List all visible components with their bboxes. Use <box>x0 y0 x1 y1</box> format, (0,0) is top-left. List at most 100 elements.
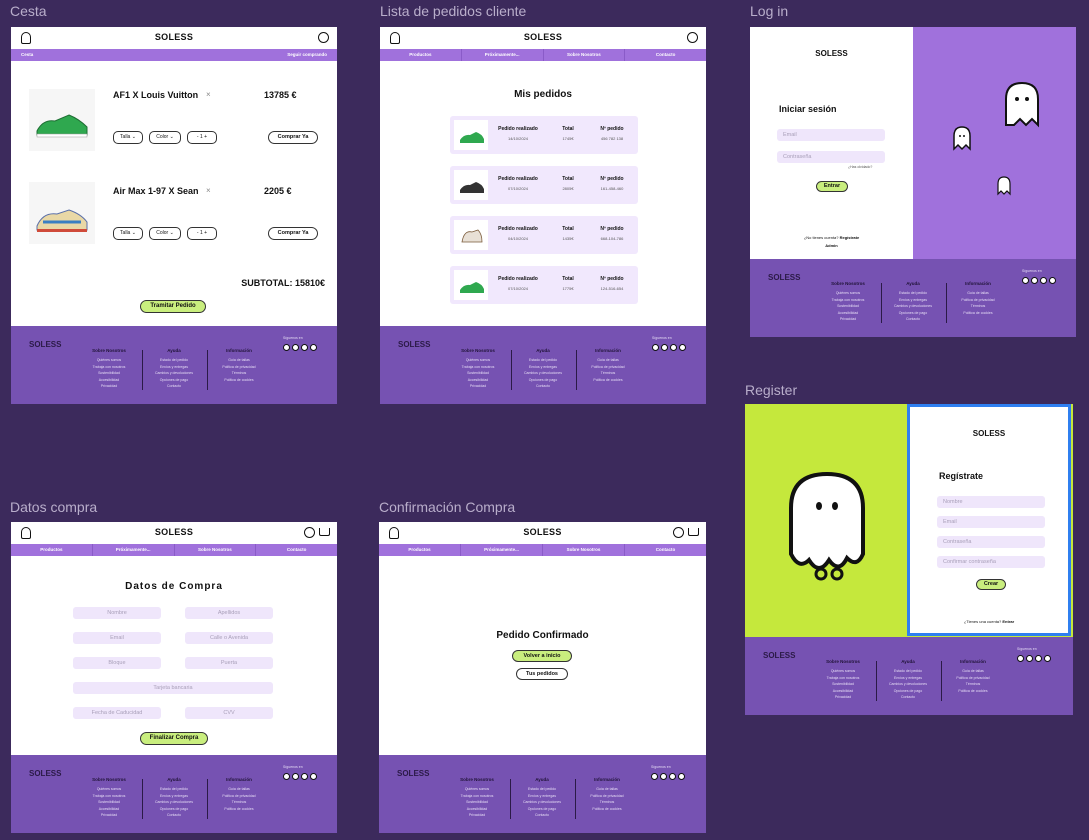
name-field[interactable]: Nombre <box>937 496 1045 508</box>
nav-contacto[interactable]: Contacto <box>625 49 706 61</box>
footer-link[interactable]: Privacidad <box>448 383 508 390</box>
ghost-logo-icon[interactable] <box>389 527 399 539</box>
talla-select[interactable]: Talla ⌄ <box>113 227 143 240</box>
quantity-stepper[interactable]: - 1 + <box>187 227 217 240</box>
expiry-field[interactable]: Fecha de Caducidad <box>73 707 161 719</box>
nav-sobre-nosotros[interactable]: Sobre Nosotros <box>543 544 625 556</box>
email-field[interactable]: Email <box>73 632 161 644</box>
instagram-icon[interactable] <box>652 344 659 351</box>
finish-purchase-button[interactable]: Finalizar Compra <box>140 732 208 745</box>
footer-link[interactable]: Privacidad <box>813 694 873 701</box>
instagram-icon[interactable] <box>283 344 290 351</box>
footer-link[interactable]: Política de cookies <box>943 688 1003 695</box>
order-row[interactable]: Pedido realizado 04/10/2024 Total 1435€ Nº… <box>450 216 638 254</box>
your-orders-button[interactable]: Tus pedidos <box>516 668 568 680</box>
footer-link[interactable]: Contacto <box>144 383 204 390</box>
footer-link[interactable]: Privacidad <box>79 383 139 390</box>
youtube-icon[interactable] <box>310 344 317 351</box>
first-name-field[interactable]: Nombre <box>73 607 161 619</box>
order-row[interactable]: Pedido realizado 07/10/2024 Total 2805€ Nº… <box>450 166 638 204</box>
footer-link[interactable]: Contacto <box>513 383 573 390</box>
instagram-icon[interactable] <box>651 773 658 780</box>
youtube-icon[interactable] <box>678 773 685 780</box>
door-field[interactable]: Puerta <box>185 657 273 669</box>
footer-link[interactable]: Contacto <box>878 694 938 701</box>
cvv-field[interactable]: CVV <box>185 707 273 719</box>
youtube-icon[interactable] <box>310 773 317 780</box>
footer-link[interactable]: Contacto <box>883 316 943 323</box>
nav-proximamente[interactable]: Próximamente... <box>461 544 543 556</box>
youtube-icon[interactable] <box>1049 277 1056 284</box>
password-field[interactable]: Contraseña <box>937 536 1045 548</box>
footer-link[interactable]: Privacidad <box>818 316 878 323</box>
password-field[interactable]: Contraseña <box>777 151 885 163</box>
color-select[interactable]: Color ⌄ <box>149 131 181 144</box>
order-row[interactable]: Pedido realizado 07/10/2024 Total 1775€ Nº… <box>450 266 638 304</box>
footer-link[interactable]: Contacto <box>512 812 572 819</box>
user-icon[interactable] <box>304 527 315 538</box>
last-name-field[interactable]: Apellidos <box>185 607 273 619</box>
footer-link[interactable]: Política de cookies <box>577 806 637 813</box>
x-icon[interactable] <box>669 773 676 780</box>
instagram-icon[interactable] <box>283 773 290 780</box>
x-icon[interactable] <box>301 344 308 351</box>
footer-link[interactable]: Política de cookies <box>209 806 269 813</box>
brand-logo[interactable]: SOLESS <box>523 527 561 537</box>
nav-productos[interactable]: Productos <box>11 544 93 556</box>
block-field[interactable]: Bloque <box>73 657 161 669</box>
footer-link[interactable]: Política de cookies <box>209 377 269 384</box>
nav-contacto[interactable]: Contacto <box>625 544 706 556</box>
card-field[interactable]: Tarjeta bancaria <box>73 682 273 694</box>
user-icon[interactable] <box>318 32 329 43</box>
tiktok-icon[interactable] <box>1026 655 1033 662</box>
back-home-button[interactable]: Volver a inicio <box>512 650 572 662</box>
street-field[interactable]: Calle o Avenida <box>185 632 273 644</box>
login-button[interactable]: Entrar <box>816 181 848 192</box>
x-icon[interactable] <box>670 344 677 351</box>
cart-icon[interactable] <box>319 528 330 536</box>
tiktok-icon[interactable] <box>661 344 668 351</box>
confirm-password-field[interactable]: Confirmar contraseña <box>937 556 1045 568</box>
user-icon[interactable] <box>687 32 698 43</box>
cart-icon[interactable] <box>688 528 699 536</box>
talla-select[interactable]: Talla ⌄ <box>113 131 143 144</box>
brand-logo[interactable]: SOLESS <box>524 32 562 42</box>
nav-sobre-nosotros[interactable]: Sobre Nosotros <box>544 49 626 61</box>
forgot-link[interactable]: ¿Has olvidado? <box>848 165 872 169</box>
footer-link[interactable]: Contacto <box>144 812 204 819</box>
instagram-icon[interactable] <box>1017 655 1024 662</box>
tiktok-icon[interactable] <box>292 344 299 351</box>
x-icon[interactable] <box>1040 277 1047 284</box>
user-icon[interactable] <box>673 527 684 538</box>
register-link[interactable]: Regístrate <box>840 235 860 240</box>
youtube-icon[interactable] <box>1044 655 1051 662</box>
ghost-logo-icon[interactable] <box>21 32 31 44</box>
nav-productos[interactable]: Productos <box>379 544 461 556</box>
tiktok-icon[interactable] <box>292 773 299 780</box>
buy-now-button[interactable]: Comprar Ya <box>268 131 318 144</box>
email-field[interactable]: Email <box>937 516 1045 528</box>
youtube-icon[interactable] <box>679 344 686 351</box>
remove-icon[interactable]: × <box>206 90 211 99</box>
tiktok-icon[interactable] <box>660 773 667 780</box>
x-icon[interactable] <box>301 773 308 780</box>
ghost-logo-icon[interactable] <box>21 527 31 539</box>
nav-contacto[interactable]: Contacto <box>256 544 337 556</box>
tiktok-icon[interactable] <box>1031 277 1038 284</box>
brand-logo[interactable]: SOLESS <box>155 32 193 42</box>
footer-link[interactable]: Privacidad <box>79 812 139 819</box>
footer-link[interactable]: Política de cookies <box>948 310 1008 317</box>
buy-now-button[interactable]: Comprar Ya <box>268 227 318 240</box>
login-link[interactable]: Entrar <box>1002 619 1014 624</box>
x-icon[interactable] <box>1035 655 1042 662</box>
nav-seguir-comprando[interactable]: Seguir comprando <box>287 49 327 61</box>
create-button[interactable]: Crear <box>976 579 1006 590</box>
nav-sobre-nosotros[interactable]: Sobre Nosotros <box>175 544 257 556</box>
nav-productos[interactable]: Productos <box>380 49 462 61</box>
nav-cesta[interactable]: Cesta <box>21 49 33 61</box>
remove-icon[interactable]: × <box>206 186 211 195</box>
footer-link[interactable]: Privacidad <box>447 812 507 819</box>
admin-link[interactable]: Admin <box>750 243 913 248</box>
ghost-logo-icon[interactable] <box>390 32 400 44</box>
instagram-icon[interactable] <box>1022 277 1029 284</box>
